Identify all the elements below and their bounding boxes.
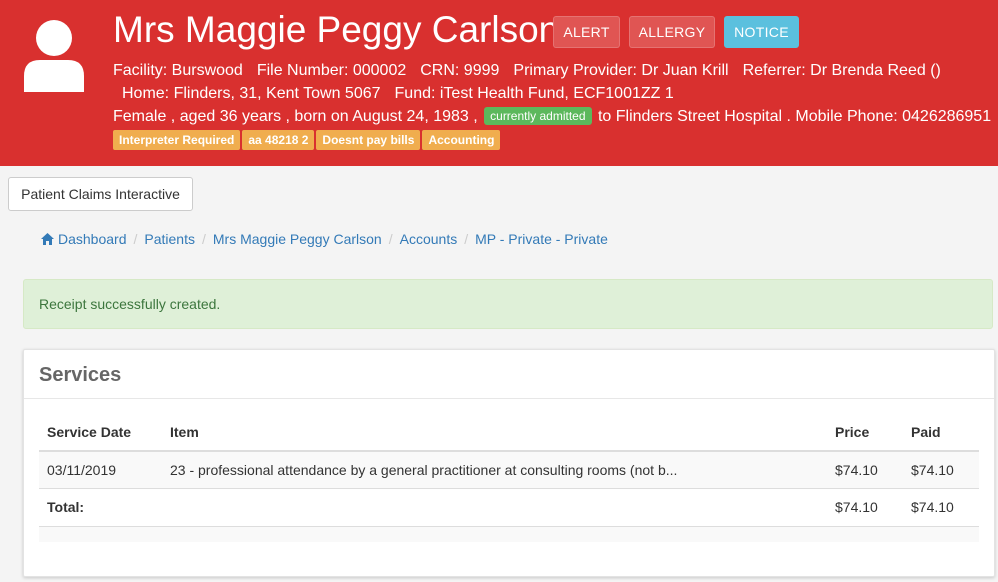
panel-divider [24,398,994,399]
column-header-service-date: Service Date [39,414,162,452]
crn-text: CRN: 9999 [420,62,500,79]
patient-claims-interactive-button[interactable]: Patient Claims Interactive [8,177,193,211]
total-price: $74.10 [827,487,903,525]
breadcrumb: Dashboard / Patients / Mrs Maggie Peggy Carl… [41,229,608,249]
column-header-paid: Paid [903,414,979,452]
patient-info-line-2: Home: Flinders, 31, Kent Town 5067 Fund: … [122,84,674,104]
referrer-text: Referrer: Dr Brenda Reed () [742,62,941,79]
table-header-row: Service Date Item Price Paid [39,414,979,452]
patient-info-line-3: Female , aged 36 years , born on August … [113,107,991,127]
breadcrumb-accounts[interactable]: Accounts [400,231,458,247]
success-alert: Receipt successfully created. [23,279,993,329]
breadcrumb-separator: / [133,231,138,247]
facility-text: Facility: Burswood [113,62,243,79]
column-header-price: Price [827,414,903,452]
breadcrumb-dashboard[interactable]: Dashboard [58,231,127,247]
flag-badge: Accounting [422,130,501,150]
table-footer [39,526,979,542]
home-address-text: Home: Flinders, 31, Kent Town 5067 [122,85,381,102]
patient-name: Mrs Maggie Peggy Carlson [113,9,560,50]
primary-provider-text: Primary Provider: Dr Juan Krill [513,62,729,79]
allergy-button[interactable]: ALLERGY [629,16,715,48]
health-fund-text: Fund: iTest Health Fund, ECF1001ZZ 1 [394,85,674,102]
service-date-cell: 03/11/2019 [39,450,162,488]
breadcrumb-patient[interactable]: Mrs Maggie Peggy Carlson [213,231,382,247]
services-title: Services [39,364,122,386]
breadcrumb-patients[interactable]: Patients [144,231,195,247]
column-header-item: Item [162,414,827,452]
notice-button[interactable]: NOTICE [724,16,799,48]
price-cell: $74.10 [827,450,903,488]
total-row: Total: $74.10 $74.10 [39,487,979,525]
flag-badge: Interpreter Required [113,130,241,150]
breadcrumb-separator: / [464,231,469,247]
file-number-text: File Number: 000002 [256,62,407,79]
item-cell: 23 - professional attendance by a genera… [162,450,827,488]
home-icon [41,233,54,245]
flag-badge: Doesnt pay bills [316,130,421,150]
services-panel: Services Service Date Item Price Paid 03… [23,349,995,577]
services-table: Service Date Item Price Paid 03/11/2019 … [39,414,979,525]
patient-flags: Interpreter Required aa 48218 2 Doesnt pay… [113,130,502,150]
total-paid: $74.10 [903,487,979,525]
paid-cell: $74.10 [903,450,979,488]
patient-header: Mrs Maggie Peggy Carlson ALERT ALLERGY N… [0,0,998,166]
patient-info-line-1: Facility: Burswood File Number: 000002 CRN… [113,61,941,81]
admission-status-badge: currently admitted [484,107,592,125]
admission-location-text: to Flinders Street Hospital . Mobile Pho… [597,108,992,125]
breadcrumb-separator: / [201,231,206,247]
flag-badge: aa 48218 2 [242,130,315,150]
total-empty-cell [162,487,827,525]
table-row: 03/11/2019 23 - professional attendance … [39,450,979,488]
breadcrumb-account-type[interactable]: MP - Private - Private [475,231,608,247]
alert-button[interactable]: ALERT [553,16,620,48]
total-label: Total: [39,487,162,525]
user-icon [22,18,86,92]
demographics-text: Female , aged 36 years , born on August … [113,108,478,125]
breadcrumb-separator: / [388,231,393,247]
